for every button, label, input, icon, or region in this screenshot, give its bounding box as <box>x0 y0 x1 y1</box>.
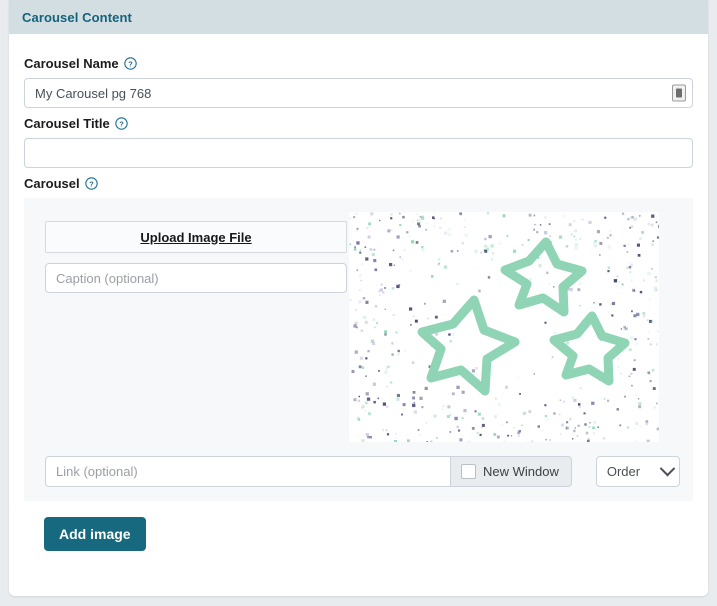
card-header: Carousel Content <box>9 0 708 34</box>
order-select[interactable]: Order <box>595 456 680 487</box>
add-image-button[interactable]: Add image <box>44 517 146 551</box>
carousel-item-row: Upload Image File <box>37 212 680 442</box>
link-input[interactable] <box>45 456 450 487</box>
svg-text:?: ? <box>89 179 94 188</box>
carousel-label: Carousel ? <box>24 176 693 191</box>
link-input-group: New Window <box>45 456 572 487</box>
upload-image-file-button[interactable]: Upload Image File <box>45 221 347 253</box>
carousel-item-right-column <box>347 212 680 442</box>
svg-text:?: ? <box>128 59 133 68</box>
carousel-item-bottom-row: New Window Order <box>37 456 680 487</box>
card-body: Carousel Name ? Carousel Title ? <box>9 34 708 551</box>
autofill-indicator-icon[interactable] <box>672 84 686 102</box>
upload-image-file-label: Upload Image File <box>140 229 252 245</box>
carousel-name-label-text: Carousel Name <box>24 56 119 71</box>
carousel-title-input[interactable] <box>24 138 693 168</box>
order-select-value: Order <box>606 464 641 479</box>
carousel-content-card: Carousel Content Carousel Name ? Carouse… <box>9 0 708 596</box>
chevron-down-icon <box>659 460 676 477</box>
new-window-addon: New Window <box>450 456 572 487</box>
help-circle-icon[interactable]: ? <box>115 117 128 130</box>
carousel-title-label-text: Carousel Title <box>24 116 110 131</box>
svg-text:?: ? <box>119 119 124 128</box>
carousel-label-text: Carousel <box>24 176 80 191</box>
new-window-checkbox[interactable] <box>461 464 476 479</box>
help-circle-icon[interactable]: ? <box>123 57 137 70</box>
new-window-label: New Window <box>483 464 559 479</box>
carousel-title-label: Carousel Title ? <box>24 116 693 131</box>
carousel-name-label: Carousel Name ? <box>24 56 693 71</box>
carousel-name-input-wrap <box>24 78 693 108</box>
stars-placeholder-icon <box>349 212 659 442</box>
carousel-item-left-column: Upload Image File <box>37 212 347 293</box>
caption-input[interactable] <box>45 263 347 293</box>
carousel-name-input[interactable] <box>24 78 693 108</box>
page-title: Carousel Content <box>22 9 132 25</box>
help-circle-icon[interactable]: ? <box>84 177 98 190</box>
carousel-items-panel: Upload Image File Caption (optional) Lin… <box>24 198 693 501</box>
image-preview-thumbnail[interactable] <box>349 212 659 442</box>
